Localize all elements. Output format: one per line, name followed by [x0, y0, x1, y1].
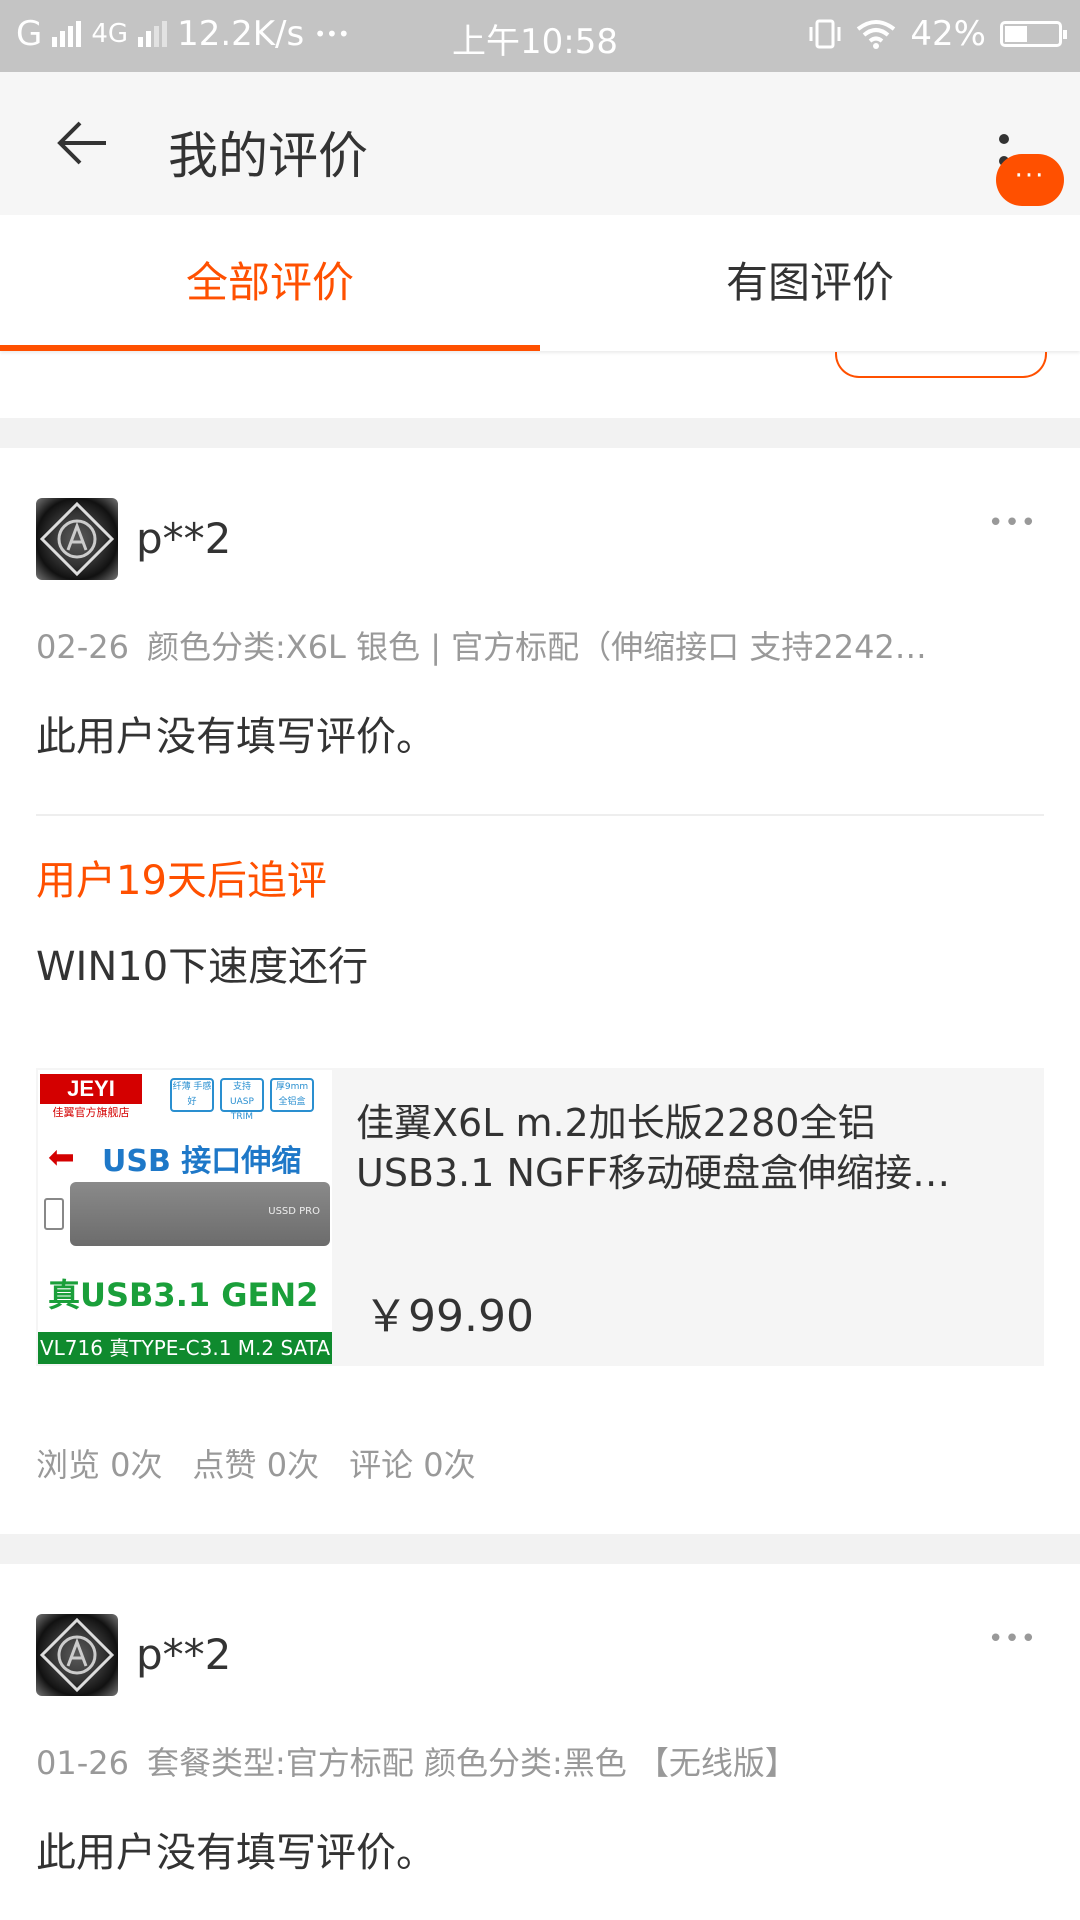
signal-icon	[52, 21, 82, 47]
enclosure-device: USSD PRO	[70, 1182, 330, 1246]
vibrate-icon	[809, 19, 841, 49]
active-tab-indicator	[0, 345, 540, 351]
review-card: p**2 ••• 01-26 套餐类型:官方标配 颜色分类:黑色 【无线版】 此用…	[0, 1564, 1080, 1920]
product-price: ￥99.90	[364, 1291, 534, 1342]
reviewer-name: p**2	[136, 1630, 232, 1679]
tab-bar: 全部评价 有图评价	[0, 215, 1080, 351]
review-more-icon[interactable]: •••	[988, 508, 1037, 538]
review-meta: 02-26 颜色分类:X6L 银色 | 官方标配（伸缩接口 支持2242…	[36, 622, 1046, 668]
image-gen-text: 真USB3.1 GEN2	[48, 1276, 319, 1314]
clock: 上午10:58	[452, 22, 618, 62]
reviewer-name: p**2	[136, 514, 232, 563]
page-title: 我的评价	[168, 127, 368, 185]
avatar[interactable]	[36, 498, 118, 580]
review-stats: 浏览 0次 点赞 0次 评论 0次	[36, 1440, 506, 1486]
network-speed: 12.2K/s	[177, 14, 305, 54]
avatar[interactable]	[36, 1614, 118, 1696]
review-card: p**2 ••• 02-26 颜色分类:X6L 银色 | 官方标配（伸缩接口 支持…	[0, 448, 1080, 1534]
review-meta: 01-26 套餐类型:官方标配 颜色分类:黑色 【无线版】	[36, 1738, 1046, 1784]
follow-up-label: 用户19天后追评	[36, 858, 327, 904]
feature-tag: 纤薄 手感好	[170, 1078, 214, 1112]
battery-percent: 42%	[910, 14, 986, 54]
tab-all-reviews[interactable]: 全部评价	[0, 215, 540, 351]
review-spec: 套餐类型:官方标配 颜色分类:黑色 【无线版】	[146, 1744, 797, 1782]
image-headline: USB 接口伸缩	[102, 1144, 302, 1179]
comment-count: 评论 0次	[349, 1446, 476, 1484]
shop-name: 佳翼官方旗舰店	[52, 1106, 130, 1119]
usb-plug-icon	[44, 1198, 64, 1230]
review-more-icon[interactable]: •••	[988, 1624, 1037, 1654]
section-separator	[0, 418, 1080, 448]
battery-fill	[1005, 26, 1027, 42]
view-count: 浏览 0次	[36, 1446, 163, 1484]
notification-dots: •••	[314, 22, 350, 46]
partially-hidden-button[interactable]	[835, 352, 1047, 378]
brand-logo: JEYI	[40, 1074, 142, 1104]
carrier-label: G	[16, 14, 43, 54]
divider	[36, 814, 1044, 816]
feature-tag: 厚9mm 全铝盒	[270, 1078, 314, 1112]
signal-icon-2	[138, 21, 168, 47]
review-text: 此用户没有填写评价。	[36, 1830, 436, 1876]
product-card[interactable]: JEYI 佳翼官方旗舰店 纤薄 手感好 支持 UASP TRIM 厚9mm 全铝…	[36, 1068, 1044, 1366]
battery-icon	[1000, 21, 1067, 47]
like-count: 点赞 0次	[192, 1446, 320, 1484]
review-spec: 颜色分类:X6L 银色 | 官方标配（伸缩接口 支持2242…	[146, 628, 927, 666]
message-badge[interactable]: ···	[996, 154, 1064, 206]
section-separator	[0, 1534, 1080, 1564]
linkin-park-logo-icon	[39, 501, 115, 577]
linkin-park-logo-icon	[39, 1617, 115, 1693]
network-type: 4G	[91, 19, 129, 49]
left-arrow-icon: ⬅	[48, 1138, 75, 1176]
review-date: 01-26	[36, 1744, 129, 1782]
wifi-icon	[857, 20, 896, 49]
review-text: 此用户没有填写评价。	[36, 714, 436, 760]
app-header: 我的评价 ···	[0, 72, 1080, 215]
device-label: USSD PRO	[268, 1206, 320, 1217]
review-date: 02-26	[36, 628, 129, 666]
product-title[interactable]: 佳翼X6L m.2加长版2280全铝USB3.1 NGFF移动硬盘盒伸缩接…	[356, 1098, 1006, 1198]
image-bottom-bar: VL716 真TYPE-C3.1 M.2 SATA	[38, 1332, 332, 1364]
follow-up-text: WIN10下速度还行	[36, 944, 369, 990]
back-arrow-icon[interactable]	[56, 120, 108, 166]
tab-photo-reviews[interactable]: 有图评价	[540, 215, 1080, 351]
product-image[interactable]: JEYI 佳翼官方旗舰店 纤薄 手感好 支持 UASP TRIM 厚9mm 全铝…	[38, 1070, 332, 1364]
status-bar: G 4G 12.2K/s ••• 上午10:58 42%	[0, 0, 1080, 72]
feature-tag: 支持 UASP TRIM	[220, 1078, 264, 1122]
